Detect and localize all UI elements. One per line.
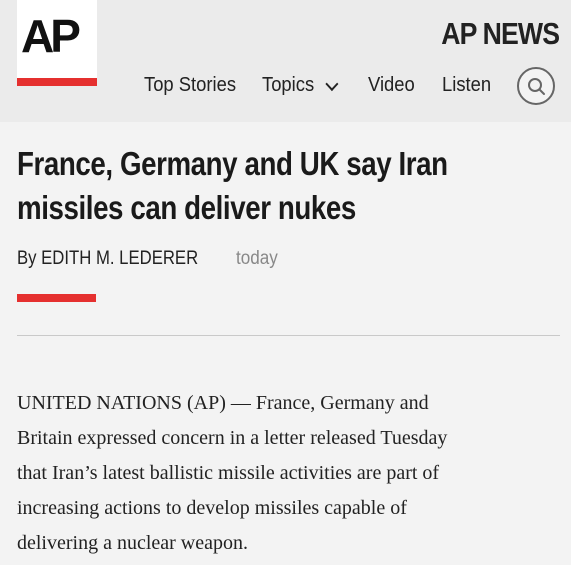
headline-line-2: missiles can deliver nukes xyxy=(17,189,356,226)
search-icon xyxy=(528,78,545,95)
chevron-down-icon xyxy=(325,76,339,91)
logo-red-bar xyxy=(17,78,97,86)
site-header: AP AP NEWS Top Stories Topics Video List… xyxy=(0,0,571,122)
body-line: UNITED NATIONS (AP) — France, Germany an… xyxy=(17,392,429,414)
headline-line-1: France, Germany and UK say Iran xyxy=(17,145,448,182)
body-line: increasing actions to develop missiles c… xyxy=(17,497,407,519)
article-date: today xyxy=(236,248,278,269)
nav-listen[interactable]: Listen xyxy=(442,74,491,97)
body-line: that Iran’s latest ballistic missile act… xyxy=(17,462,440,484)
article-byline[interactable]: By EDITH M. LEDERER xyxy=(17,248,198,270)
brand-name[interactable]: AP NEWS xyxy=(441,16,560,52)
nav-topics-label: Topics xyxy=(262,74,315,96)
nav-video[interactable]: Video xyxy=(368,74,415,97)
body-line: delivering a nuclear weapon. xyxy=(17,532,249,554)
nav-top-stories[interactable]: Top Stories xyxy=(144,74,236,97)
article-headline: France, Germany and UK say Iran missiles… xyxy=(17,142,471,230)
body-line: Britain expressed concern in a letter re… xyxy=(17,427,448,449)
nav-topics[interactable]: Topics xyxy=(262,74,339,97)
divider xyxy=(17,335,560,336)
logo-text: AP xyxy=(21,10,81,62)
search-button[interactable] xyxy=(517,67,555,105)
article-body: UNITED NATIONS (AP) — France, Germany an… xyxy=(17,386,562,561)
ap-logo[interactable]: AP xyxy=(17,0,97,86)
accent-rule xyxy=(17,294,96,302)
